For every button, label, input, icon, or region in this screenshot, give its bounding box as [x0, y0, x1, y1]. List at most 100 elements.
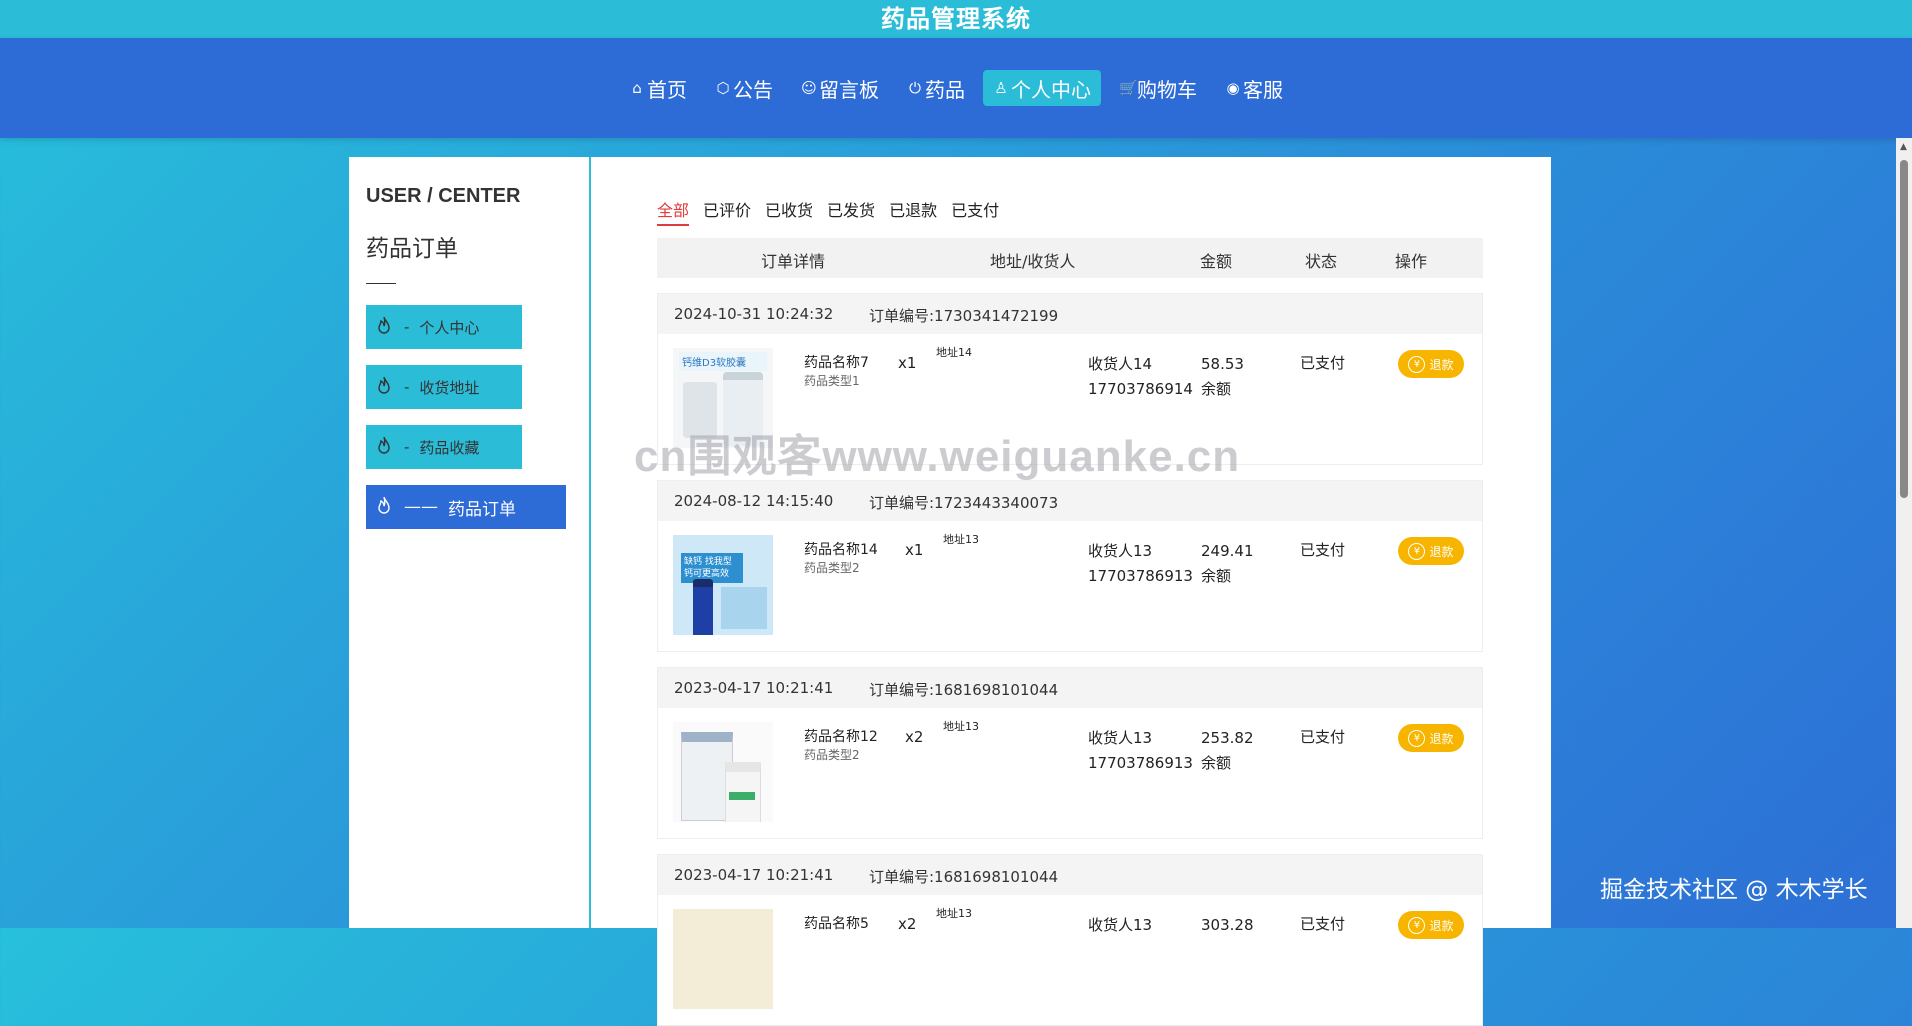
- dash: -: [404, 318, 410, 336]
- refund-button[interactable]: ¥ 退款: [1398, 537, 1464, 565]
- product-name: 药品名称7: [804, 355, 869, 371]
- nav-cart[interactable]: 🛒 购物车: [1109, 70, 1207, 106]
- nav-message-board[interactable]: ☺ 留言板: [791, 70, 889, 106]
- product-name: 药品名称14: [804, 542, 878, 558]
- address: 地址13: [936, 907, 972, 920]
- address: 地址14: [936, 346, 972, 359]
- order-filter-tabs: 全部 已评价 已收货 已发货 已退款 已支付: [657, 197, 999, 226]
- tab-reviewed[interactable]: 已评价: [703, 197, 751, 226]
- pay-method: 余额: [1201, 567, 1232, 585]
- sidebar: USER / CENTER 药品订单 - 个人中心 - 收货地址 - 药品收藏 …: [349, 157, 589, 928]
- refund-button[interactable]: ¥ 退款: [1398, 911, 1464, 939]
- col-address: 地址/收货人: [990, 252, 1076, 271]
- product-type: 药品类型2: [804, 561, 860, 575]
- order-body: 缺钙 找我型 钙可更高效 药品名称14 药品类型2 x1 地址13 收货人13 …: [658, 521, 1482, 651]
- smile-icon: ☺: [801, 79, 817, 97]
- product-name: 药品名称5: [804, 916, 869, 932]
- flame-icon: [378, 436, 390, 454]
- nav-label: 购物车: [1137, 77, 1197, 102]
- sidebar-heading: USER / CENTER: [366, 185, 521, 207]
- col-action: 操作: [1395, 252, 1428, 271]
- amount: 249.41 余额: [1201, 539, 1254, 589]
- sidebar-item-label: 药品订单: [448, 499, 516, 520]
- sidebar-item-orders[interactable]: —— 药品订单: [366, 485, 566, 529]
- tab-refunded[interactable]: 已退款: [889, 197, 937, 226]
- order-number: 订单编号:1681698101044: [869, 681, 1059, 699]
- order-header: 2024-10-31 10:24:32 订单编号:1730341472199: [658, 294, 1482, 334]
- order-header: 2023-04-17 10:21:41 订单编号:1681698101044: [658, 668, 1482, 708]
- tab-received[interactable]: 已收货: [765, 197, 813, 226]
- pay-method: 余额: [1201, 380, 1232, 398]
- order-time: 2023-04-17 10:21:41: [674, 679, 834, 697]
- address: 地址13: [943, 533, 979, 546]
- product-image[interactable]: [673, 909, 773, 1009]
- address: 地址13: [943, 720, 979, 733]
- refund-label: 退款: [1429, 357, 1454, 372]
- order-time: 2024-08-12 14:15:40: [674, 492, 834, 510]
- refund-button[interactable]: ¥ 退款: [1398, 724, 1464, 752]
- product-image[interactable]: [673, 722, 773, 822]
- dash: -: [404, 438, 410, 456]
- order-status: 已支付: [1300, 915, 1346, 933]
- product-type: 药品类型2: [804, 748, 860, 762]
- tab-paid[interactable]: 已支付: [951, 197, 999, 226]
- refund-label: 退款: [1429, 918, 1454, 933]
- nav-label: 留言板: [819, 77, 879, 102]
- product-type: 药品类型1: [804, 374, 860, 388]
- sidebar-item-favorites[interactable]: - 药品收藏: [366, 425, 522, 469]
- nav-notice[interactable]: ⬡ 公告: [705, 70, 783, 106]
- sidebar-item-label: 个人中心: [419, 318, 480, 337]
- nav-home[interactable]: ⌂ 首页: [619, 70, 697, 106]
- tab-all[interactable]: 全部: [657, 197, 690, 226]
- col-amount: 金额: [1200, 252, 1233, 271]
- amount: 58.53 余额: [1201, 352, 1244, 402]
- col-order-detail: 订单详情: [761, 252, 826, 271]
- order-status: 已支付: [1300, 728, 1346, 746]
- product-image-label: 钙维D3软胶囊: [679, 352, 767, 371]
- scroll-thumb[interactable]: [1900, 160, 1908, 498]
- nav-label: 个人中心: [1011, 77, 1091, 102]
- sidebar-item-address[interactable]: - 收货地址: [366, 365, 522, 409]
- quantity: x2: [898, 915, 917, 933]
- nav-label: 首页: [647, 77, 687, 102]
- nav-label: 客服: [1243, 77, 1283, 102]
- product-image-label: 缺钙 找我型 钙可更高效: [681, 553, 743, 583]
- nav-user-center[interactable]: ♙ 个人中心: [983, 70, 1101, 106]
- order-status: 已支付: [1300, 541, 1346, 559]
- receiver: 收货人13 17703786913: [1088, 539, 1193, 589]
- pay-method: 余额: [1201, 754, 1232, 772]
- product-image[interactable]: 缺钙 找我型 钙可更高效: [673, 535, 773, 635]
- nav-label: 药品: [925, 77, 965, 102]
- sidebar-item-user-center[interactable]: - 个人中心: [366, 305, 522, 349]
- quantity: x2: [905, 728, 924, 746]
- chat-icon: ◉: [1226, 79, 1240, 97]
- amount-value: 253.82: [1201, 729, 1254, 747]
- sidebar-item-label: 药品收藏: [419, 438, 480, 457]
- refund-button[interactable]: ¥ 退款: [1398, 350, 1464, 378]
- dash: -: [404, 378, 410, 396]
- receiver-name: 收货人13: [1088, 542, 1153, 560]
- receiver-name: 收货人13: [1088, 729, 1153, 747]
- receiver: 收货人13: [1088, 913, 1152, 938]
- yen-icon: ¥: [1408, 355, 1426, 373]
- scroll-up-icon[interactable]: ▲: [1900, 142, 1907, 152]
- nav-label: 公告: [733, 77, 773, 102]
- receiver-phone: 17703786913: [1088, 754, 1193, 772]
- nav-service[interactable]: ◉ 客服: [1215, 70, 1293, 106]
- app-title: 药品管理系统: [0, 0, 1912, 38]
- table-header: 订单详情 地址/收货人 金额 状态 操作: [657, 238, 1483, 278]
- home-icon: ⌂: [632, 79, 642, 97]
- amount-value: 58.53: [1201, 355, 1244, 373]
- sidebar-item-label: 收货地址: [419, 378, 480, 397]
- divider: [366, 283, 396, 284]
- page-scrollbar[interactable]: ▲: [1896, 138, 1912, 928]
- order-body: 药品名称12 药品类型2 x2 地址13 收货人13 17703786913 2…: [658, 708, 1482, 838]
- tab-shipped[interactable]: 已发货: [827, 197, 875, 226]
- amount: 303.28: [1201, 913, 1254, 938]
- order-number: 订单编号:1681698101044: [869, 868, 1059, 886]
- order-card: 2023-04-17 10:21:41 订单编号:1681698101044 药…: [657, 667, 1483, 839]
- nav-medicine[interactable]: ⏻ 药品: [897, 70, 975, 106]
- amount-value: 303.28: [1201, 916, 1254, 934]
- sidebar-subheading: 药品订单: [366, 236, 458, 262]
- receiver-name: 收货人13: [1088, 916, 1153, 934]
